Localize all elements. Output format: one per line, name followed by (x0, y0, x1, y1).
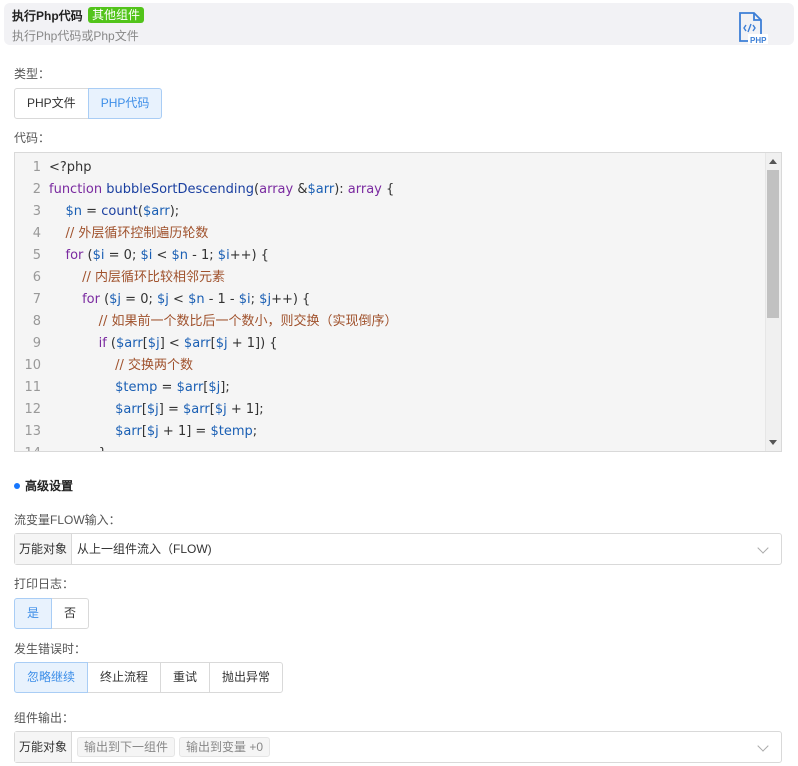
line-number: 5 (32, 248, 41, 263)
line-number: 13 (24, 424, 41, 439)
line-number: 3 (32, 204, 41, 219)
print-log-label: 打印日志： (14, 577, 75, 591)
code-editor[interactable]: 1 2 3 4 5 6 7 8 9 10 11 12 13 14 <?php fu… (14, 152, 782, 452)
on-error-retry[interactable]: 重试 (160, 662, 211, 693)
component-output-type-prefix: 万能对象 (15, 732, 73, 762)
advanced-settings-title: 高级设置 (25, 479, 74, 493)
code-line: $n = count($arr); (65, 204, 180, 219)
flow-input-value: 从上一组件流入（FLOW) (77, 542, 212, 556)
line-number: 11 (24, 380, 41, 395)
line-number: 1 (32, 160, 41, 175)
type-selector: PHP文件 PHP代码 (14, 88, 163, 119)
code-line: // 交换两个数 (115, 358, 194, 373)
on-error-selector: 忽略继续 终止流程 重试 抛出异常 (14, 662, 284, 693)
component-output-select[interactable]: 万能对象 输出到下一组件 输出到变量 +0 (14, 731, 782, 763)
print-log-yes[interactable]: 是 (14, 598, 53, 629)
line-number-gutter: 1 2 3 4 5 6 7 8 9 10 11 12 13 14 (15, 153, 45, 451)
code-line: // 如果前一个数比后一个数小，则交换（实现倒序） (98, 314, 398, 329)
print-log-no[interactable]: 否 (51, 598, 90, 629)
on-error-ignore-continue[interactable]: 忽略继续 (14, 662, 89, 693)
line-number: 7 (32, 292, 41, 307)
line-number: 4 (32, 226, 41, 241)
scroll-down-arrow-icon[interactable] (769, 440, 777, 445)
code-line: if ($arr[$j] < $arr[$j + 1]) { (98, 336, 278, 351)
bullet-dot-icon (14, 482, 20, 489)
component-header: 执行Php代码 其他组件 执行Php代码或Php文件 PHP (4, 3, 794, 45)
scroll-up-arrow-icon[interactable] (769, 159, 777, 164)
code-line: function bubbleSortDescending(array &$ar… (49, 182, 395, 197)
line-number: 10 (24, 358, 41, 373)
code-label: 代码： (14, 131, 51, 145)
flow-input-label: 流变量FLOW输入： (14, 513, 121, 527)
type-label: 类型： (14, 67, 51, 81)
on-error-throw[interactable]: 抛出异常 (209, 662, 284, 693)
line-number: 12 (24, 402, 41, 417)
line-number: 6 (32, 270, 41, 285)
php-icon-text: PHP (750, 36, 767, 45)
chevron-down-icon (757, 740, 769, 752)
editor-scrollbar[interactable] (765, 153, 781, 451)
code-line: } (49, 443, 107, 451)
code-line: for ($i = 0; $i < $n - 1; $i++) { (65, 248, 269, 263)
component-output-label: 组件输出： (14, 711, 75, 725)
scrollbar-thumb[interactable] (767, 170, 779, 318)
type-option-php-file[interactable]: PHP文件 (14, 88, 89, 119)
line-number: 9 (32, 336, 41, 351)
on-error-label: 发生错误时： (14, 642, 87, 656)
code-line: // 内层循环比较相邻元素 (82, 270, 225, 285)
type-option-php-code[interactable]: PHP代码 (87, 88, 163, 119)
output-tag-variable[interactable]: 输出到变量 +0 (179, 737, 271, 757)
component-description: 执行Php代码或Php文件 (12, 29, 139, 43)
on-error-stop-flow[interactable]: 终止流程 (87, 662, 162, 693)
flow-input-select[interactable]: 万能对象 从上一组件流入（FLOW) (14, 533, 782, 565)
advanced-settings-heading: 高级设置 (14, 477, 73, 494)
output-tag-next-component[interactable]: 输出到下一组件 (77, 737, 176, 757)
line-number: 2 (32, 182, 41, 197)
print-log-selector: 是 否 (14, 598, 90, 629)
code-line: <?php (49, 160, 92, 175)
code-line: for ($j = 0; $j < $n - 1 - $i; $j++) { (82, 292, 311, 307)
code-text-area[interactable]: <?php function bubbleSortDescending(array… (49, 153, 765, 451)
line-number: 8 (32, 314, 41, 329)
php-file-icon: PHP (739, 12, 768, 45)
category-badge: 其他组件 (88, 7, 145, 23)
chevron-down-icon (757, 542, 769, 554)
flow-input-type-prefix: 万能对象 (15, 534, 73, 564)
code-line: // 外层循环控制遍历轮数 (65, 226, 209, 241)
component-title: 执行Php代码 (12, 9, 83, 23)
code-line: $temp = $arr[$j]; (115, 380, 230, 395)
line-number: 14 (15, 443, 41, 451)
code-line: $arr[$j] = $arr[$j + 1]; (115, 402, 264, 417)
code-line: $arr[$j + 1] = $temp; (115, 424, 258, 439)
